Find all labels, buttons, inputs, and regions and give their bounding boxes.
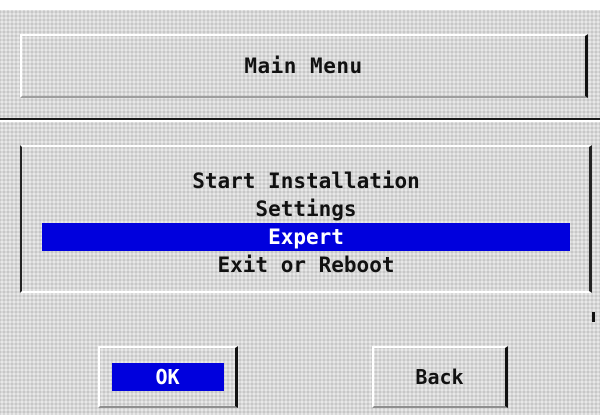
menu-panel: Start Installation Settings Expert Exit … [20, 145, 592, 293]
ok-button-label: OK [111, 363, 224, 391]
frame-tick [592, 312, 595, 322]
back-button[interactable]: Back [372, 346, 508, 408]
back-button-label: Back [415, 365, 464, 389]
separator [0, 118, 600, 122]
top-edge [0, 0, 600, 10]
page-title: Main Menu [244, 54, 363, 78]
menu-item-start-installation[interactable]: Start Installation [42, 167, 570, 195]
menu-item-settings[interactable]: Settings [42, 195, 570, 223]
title-panel: Main Menu [20, 34, 588, 98]
ok-button[interactable]: OK [98, 346, 238, 408]
menu-item-exit-or-reboot[interactable]: Exit or Reboot [42, 251, 570, 279]
menu-list: Start Installation Settings Expert Exit … [42, 167, 570, 279]
menu-item-expert[interactable]: Expert [42, 223, 570, 251]
